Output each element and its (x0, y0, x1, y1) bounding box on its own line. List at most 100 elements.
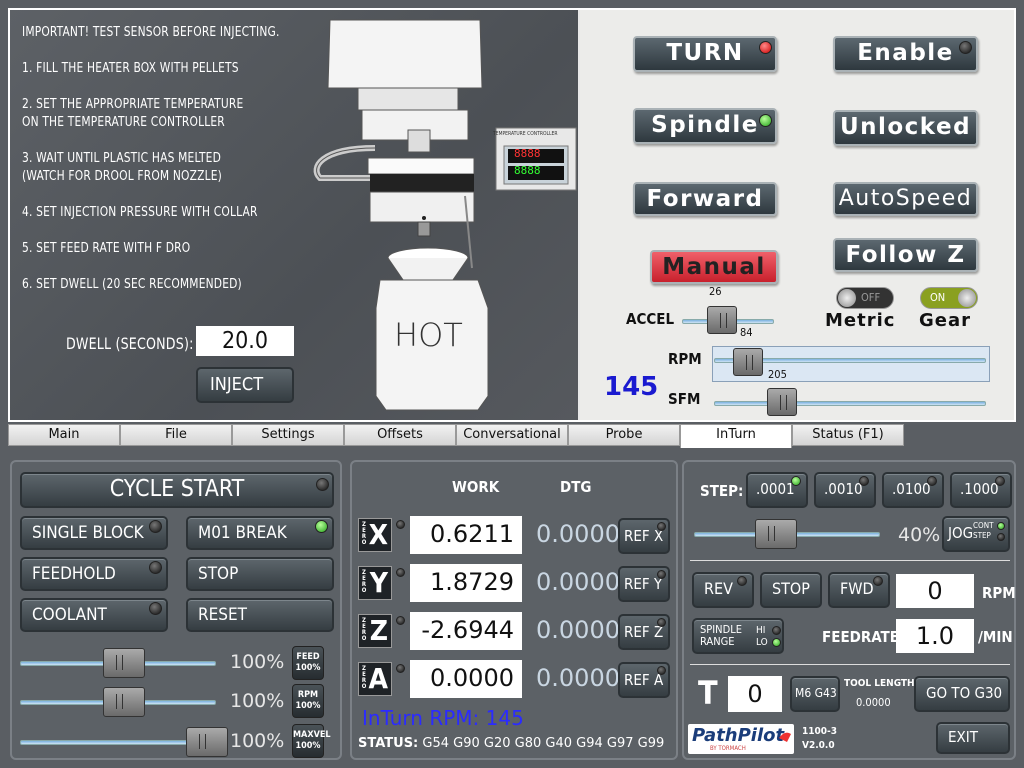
lathe-controls-panel: TURN Enable Spindle Unlocked Forward Aut… (580, 10, 1014, 420)
spindle-range-button[interactable]: SPINDLE RANGE (692, 618, 784, 654)
zero-a-button[interactable]: ZERO A (358, 662, 392, 696)
dro-panel: WORK DTG ZERO X 0.6211 0.0000 REF X ZERO Y… (350, 460, 678, 760)
pv-readout: 8888 (514, 147, 541, 160)
spindle-range-label: SPINDLE RANGE (700, 623, 742, 648)
feed-reset-button[interactable]: FEED 100% (292, 646, 324, 680)
hi-led-icon (772, 626, 781, 635)
forward-button[interactable]: Forward (633, 182, 777, 216)
single-block-led-icon (149, 520, 162, 533)
m01-break-led-icon (315, 520, 328, 533)
jog-speed-value: 40% (898, 524, 941, 546)
follow-z-button[interactable]: Follow Z (833, 238, 978, 272)
go-to-g30-button[interactable]: GO TO G30 (914, 676, 1010, 712)
exit-button[interactable]: EXIT (936, 722, 1010, 754)
m6-g43-button[interactable]: M6 G43 (790, 676, 840, 712)
tab-settings[interactable]: Settings (232, 424, 344, 446)
tab-inturn[interactable]: InTurn (680, 424, 792, 448)
axis-letter: Z (369, 614, 388, 647)
jog-speed-thumb[interactable] (754, 519, 797, 549)
rpm-value: 205 (768, 368, 787, 381)
tab-file[interactable]: File (120, 424, 232, 446)
controller-label: TEMPERATURE CONTROLLER (493, 131, 558, 137)
tool-number-input[interactable]: 0 (728, 676, 782, 712)
zero-z-button[interactable]: ZERO Z (358, 614, 392, 648)
maxvel-override-thumb[interactable] (186, 727, 228, 757)
coolant-button[interactable]: COOLANT (20, 598, 168, 632)
step-led-icon (997, 533, 1005, 541)
single-block-button[interactable]: SINGLE BLOCK (20, 516, 168, 550)
inturn-rpm-label: InTurn RPM: 145 (362, 706, 524, 730)
y-work-dro[interactable]: 1.8729 (410, 564, 522, 602)
lo-led-icon (772, 638, 781, 647)
tool-label: T (698, 674, 718, 712)
gear-toggle[interactable]: ON (920, 287, 978, 309)
enable-button[interactable]: Enable (833, 36, 978, 72)
accel-top-value: 26 (709, 285, 722, 298)
tab-status[interactable]: Status (F1) (792, 424, 904, 446)
work-header: WORK (452, 478, 500, 496)
metric-toggle[interactable]: OFF (836, 287, 894, 309)
hot-label: HOT (394, 316, 463, 354)
metric-label: Metric (825, 310, 896, 331)
z-work-dro[interactable]: -2.6944 (410, 612, 522, 650)
feedrate-unit: /MIN (978, 628, 1013, 646)
instruction-line: ON THE TEMPERATURE CONTROLLER (22, 114, 225, 130)
turn-button[interactable]: TURN (633, 36, 777, 72)
feed-override-value: 100% (230, 651, 285, 673)
stop-button[interactable]: STOP (186, 557, 334, 591)
jog-spindle-panel: STEP: .0001 .0010 .0100 .1000 40% JOG CO… (682, 460, 1016, 760)
feedhold-button[interactable]: FEEDHOLD (20, 557, 168, 591)
rpm-slider-thumb[interactable] (733, 348, 764, 376)
x-work-dro[interactable]: 0.6211 (410, 516, 522, 554)
autospeed-button[interactable]: AutoSpeed (833, 182, 978, 216)
maxvel-reset-button[interactable]: MAXVEL 100% (292, 724, 331, 758)
feed-override-thumb[interactable] (103, 648, 145, 678)
tab-offsets[interactable]: Offsets (344, 424, 456, 446)
a-work-dro[interactable]: 0.0000 (410, 660, 522, 698)
zero-x-button[interactable]: ZERO X (358, 518, 392, 552)
cycle-start-button[interactable]: CYCLE START (20, 472, 334, 508)
step-0010-led-icon (859, 476, 869, 486)
step-1000-led-icon (995, 476, 1005, 486)
y-dtg-value: 0.0000 (536, 568, 620, 596)
machine-model: 1100-3 (802, 726, 838, 737)
rpm-unit: RPM (982, 584, 1016, 602)
status-line: STATUS: G54 G90 G20 G80 G40 G94 G97 G99 (358, 736, 664, 751)
rpm-override-thumb[interactable] (103, 687, 145, 717)
tab-conversational[interactable]: Conversational (456, 424, 568, 446)
sfm-slider-thumb[interactable] (767, 388, 798, 416)
metric-state: OFF (861, 291, 881, 304)
ref-z-led-icon (657, 618, 666, 627)
logo-swoosh-icon (779, 732, 791, 742)
feedhold-led-icon (149, 561, 162, 574)
spindle-button[interactable]: Spindle (633, 108, 777, 144)
m01-break-button[interactable]: M01 BREAK (186, 516, 334, 550)
instruction-line: 6. SET DWELL (20 SEC RECOMMENDED) (22, 276, 242, 292)
axis-letter: A (368, 662, 389, 695)
inturn-rpm-display: 145 (604, 372, 659, 402)
z-dtg-value: 0.0000 (536, 616, 620, 644)
sv-readout: 8888 (514, 164, 541, 177)
step-0100-led-icon (927, 476, 937, 486)
tab-main[interactable]: Main (8, 424, 120, 446)
accel-slider-thumb[interactable] (706, 306, 737, 334)
dwell-input[interactable]: 20.0 (196, 326, 294, 356)
rpm-reset-button[interactable]: RPM 100% (292, 684, 324, 718)
tab-probe[interactable]: Probe (568, 424, 680, 446)
feedrate-input[interactable]: 1.0 (896, 619, 974, 653)
spindle-stop-button[interactable]: STOP (760, 572, 822, 608)
zero-y-button[interactable]: ZERO Y (358, 566, 392, 600)
unlocked-button[interactable]: Unlocked (833, 110, 978, 146)
injection-instructions-panel: IMPORTANT! TEST SENSOR BEFORE INJECTING.… (10, 10, 578, 420)
x-dtg-value: 0.0000 (536, 520, 620, 548)
turn-label: TURN (666, 40, 744, 66)
z-led-icon (396, 616, 405, 625)
software-version: V2.0.0 (802, 740, 835, 751)
inject-button[interactable]: INJECT (196, 367, 294, 403)
pathpilot-logo: PathPilot BY TORMACH (688, 724, 794, 754)
spindle-rpm-input[interactable]: 0 (896, 574, 974, 608)
status-label: STATUS: (358, 736, 419, 751)
manual-button[interactable]: Manual (650, 250, 778, 284)
sfm-slider[interactable] (714, 401, 986, 406)
reset-button[interactable]: RESET (186, 598, 334, 632)
